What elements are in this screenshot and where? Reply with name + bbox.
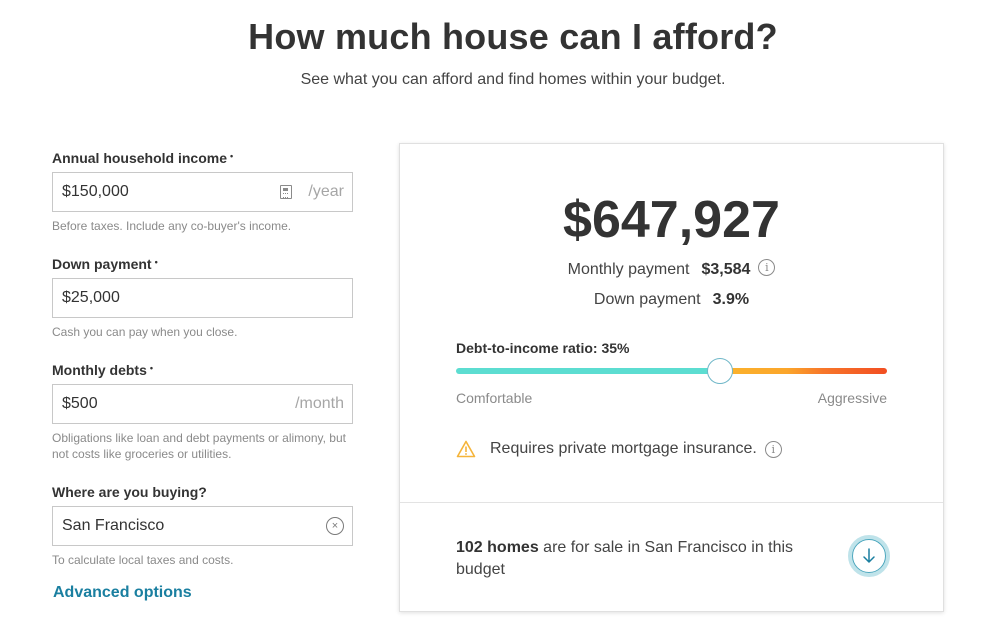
warning-icon — [456, 440, 476, 458]
income-suffix: /year — [308, 183, 344, 200]
monthly-payment-row: Monthly payment $3,584 i — [400, 259, 943, 279]
calculator-icon[interactable] — [280, 185, 293, 199]
pmi-notice: Requires private mortgage insurance. i — [456, 440, 782, 458]
monthly-debts-label-text: Monthly debts — [52, 362, 147, 378]
pmi-text: Requires private mortgage insurance. — [490, 440, 757, 457]
affordable-price: $647,927 — [563, 191, 780, 249]
monthly-debts-help: Obligations like loan and debt payments … — [52, 431, 346, 461]
down-payment-help: Cash you can pay when you close. — [52, 325, 238, 339]
monthly-payment-label: Monthly payment — [567, 261, 690, 278]
down-payment-field-group: Down payment• Cash you can pay when you … — [52, 256, 353, 340]
monthly-payment-value: $3,584 — [701, 261, 751, 278]
divider — [400, 502, 943, 503]
clear-icon[interactable]: × — [326, 517, 344, 535]
result-card: $647,927 Monthly payment $3,584 i Down pay… — [399, 143, 944, 612]
dti-track-comfortable — [456, 368, 720, 374]
arrow-down-icon — [863, 548, 875, 563]
down-payment-input-box — [52, 278, 353, 318]
down-payment-input[interactable] — [62, 289, 344, 307]
info-icon[interactable]: i — [758, 259, 776, 277]
income-label: Annual household income • — [52, 150, 353, 172]
monthly-debts-input-box: /month — [52, 384, 353, 424]
dti-slider[interactable] — [456, 358, 887, 384]
monthly-debts-field-group: Monthly debts• /month Obligations like l… — [52, 362, 353, 462]
dti-label: Debt-to-income ratio: 35% — [456, 340, 630, 356]
required-mark: • — [149, 363, 154, 373]
down-payment-percent-label: Down payment — [593, 291, 701, 308]
down-payment-row: Down payment 3.9% — [400, 291, 943, 309]
down-payment-label-text: Down payment — [52, 256, 152, 272]
dti-track-aggressive — [720, 368, 887, 374]
required-mark: • — [230, 151, 234, 161]
location-field-group: Where are you buying? × To calculate loc… — [52, 484, 353, 568]
advanced-options-link[interactable]: Advanced options — [53, 584, 192, 602]
page-title: How much house can I afford? — [248, 16, 778, 57]
income-help: Before taxes. Include any co-buyer's inc… — [52, 219, 292, 233]
down-payment-label: Down payment • — [52, 256, 353, 278]
monthly-debts-suffix: /month — [295, 395, 344, 412]
location-label: Where are you buying? — [52, 484, 207, 500]
income-input-box: /year — [52, 172, 353, 212]
homes-count: 102 homes — [456, 539, 539, 556]
location-input-box: × — [52, 506, 353, 546]
homes-for-sale-text: 102 homes are for sale in San Francisco … — [456, 537, 816, 581]
dti-slider-thumb[interactable] — [707, 358, 733, 384]
down-payment-percent-value: 3.9% — [712, 291, 750, 308]
scale-comfortable-label: Comfortable — [456, 390, 533, 406]
page-subtitle: See what you can afford and find homes w… — [300, 71, 726, 88]
required-mark: • — [154, 257, 158, 267]
monthly-debts-label: Monthly debts • — [52, 362, 353, 384]
monthly-debts-input[interactable] — [62, 395, 288, 413]
income-field-group: Annual household income• /year Before ta… — [52, 150, 353, 234]
income-label-text: Annual household income — [52, 150, 228, 166]
scale-aggressive-label: Aggressive — [817, 390, 887, 406]
income-input[interactable] — [62, 183, 281, 201]
scroll-to-homes-button[interactable] — [848, 535, 890, 577]
info-icon[interactable]: i — [764, 440, 782, 458]
location-help: To calculate local taxes and costs. — [52, 553, 234, 567]
location-input[interactable] — [62, 517, 326, 535]
